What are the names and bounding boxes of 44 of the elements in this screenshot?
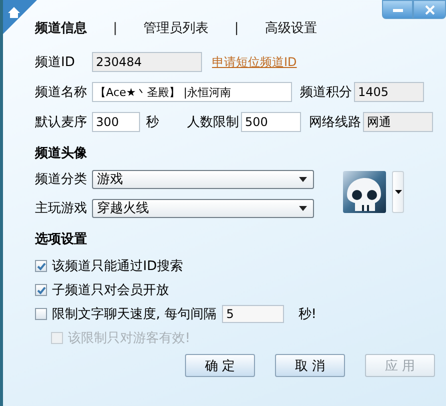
- close-button[interactable]: [413, 0, 446, 19]
- minimize-icon: [392, 8, 402, 12]
- caret-icon: [299, 206, 307, 210]
- checkbox-label[interactable]: 子频道只对会员开放: [52, 281, 169, 299]
- unit-label: 秒!: [298, 306, 316, 323]
- skull-icon: [343, 171, 386, 213]
- input-field[interactable]: 300: [92, 112, 140, 132]
- checkbox[interactable]: [35, 284, 47, 296]
- minimize-button[interactable]: [382, 0, 413, 19]
- section-title: 选项设置: [35, 231, 88, 248]
- tab-separator: |: [113, 20, 118, 36]
- apply-link[interactable]: 申请短位频道ID: [212, 54, 297, 70]
- tab-separator: |: [234, 20, 239, 36]
- caret-icon: [394, 190, 402, 194]
- field-label: 人数限制: [187, 114, 240, 131]
- section-title: 频道头像: [35, 145, 88, 162]
- field-label: 频道ID: [35, 54, 76, 71]
- dropdown-button[interactable]: [392, 171, 404, 213]
- tab[interactable]: 高级设置: [264, 19, 317, 37]
- dropdown[interactable]: 穿越火线: [92, 198, 314, 218]
- dialog-button[interactable]: 取 消: [275, 354, 345, 377]
- dialog-button[interactable]: 确 定: [185, 354, 255, 377]
- interval-field[interactable]: 5: [222, 305, 284, 323]
- input-field[interactable]: 1405: [354, 82, 424, 102]
- field-label: 频道积分: [300, 84, 353, 101]
- dropdown[interactable]: 游戏: [92, 170, 314, 188]
- input-field[interactable]: 230484: [92, 52, 202, 72]
- field-label: 主玩游戏: [35, 200, 88, 217]
- checkbox-label[interactable]: 该频道只能通过ID搜索: [52, 257, 183, 275]
- input-field[interactable]: 500: [241, 112, 301, 132]
- close-icon: [424, 4, 434, 14]
- tab[interactable]: 管理员列表: [143, 19, 208, 37]
- field-label: 网络线路: [309, 114, 362, 131]
- input-field[interactable]: 【Ace★丶圣殿】 |永恒河南: [92, 82, 292, 102]
- field-label: 频道名称: [35, 84, 88, 101]
- caret-icon: [299, 176, 307, 182]
- field-label: 默认麦序: [35, 114, 88, 131]
- tab[interactable]: 频道信息: [35, 19, 87, 37]
- unit-label: 秒: [146, 114, 159, 131]
- checkbox[interactable]: [35, 308, 47, 320]
- checkbox[interactable]: [35, 260, 47, 272]
- checkbox-label[interactable]: 限制文字聊天速度, 每句间隔: [52, 305, 216, 323]
- input-field[interactable]: 网通: [363, 112, 433, 132]
- field-label: 频道分类: [35, 171, 88, 188]
